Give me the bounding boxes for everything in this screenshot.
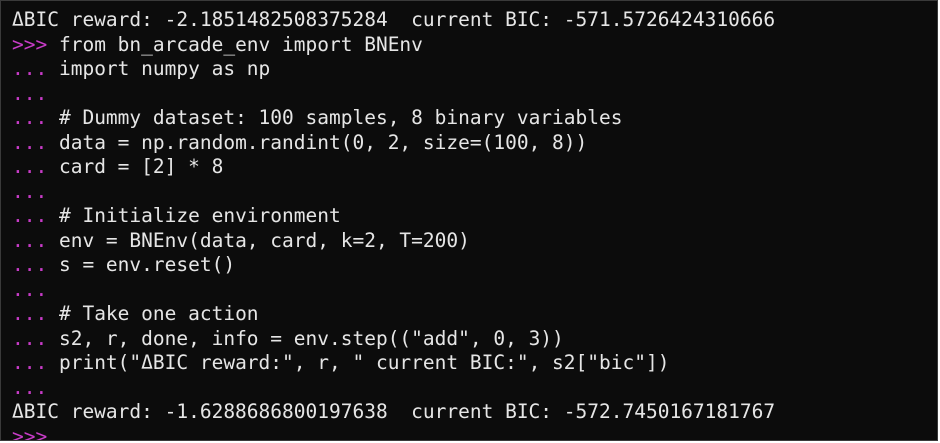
input-line[interactable]: >>> <box>12 424 775 441</box>
terminal-window[interactable]: ΔBIC reward: -2.1851482508375284 current… <box>0 0 938 441</box>
continuation-prompt: ... <box>12 326 59 350</box>
input-line: ... import numpy as np <box>12 57 775 82</box>
continuation-prompt: ... <box>12 179 48 203</box>
input-line: ... # Initialize environment <box>12 204 775 229</box>
continuation-prompt: ... <box>12 204 59 227</box>
code-text: import numpy as np <box>58 57 271 80</box>
input-line: ... # Dummy dataset: 100 samples, 8 bina… <box>12 106 775 131</box>
input-line: ... s2, r, done, info = env.step(("add",… <box>12 327 775 352</box>
primary-prompt: >>> <box>12 32 59 56</box>
primary-prompt: >>> <box>12 424 48 441</box>
continuation-prompt: ... <box>12 375 48 399</box>
continuation-prompt: ... <box>12 277 48 301</box>
code-text: s = env.reset() <box>58 253 236 276</box>
code-text: print("ΔBIC reward:", r, " current BIC:"… <box>58 351 670 374</box>
input-line: ... <box>12 180 775 205</box>
continuation-prompt: ... <box>12 57 59 80</box>
code-text: s2, r, done, info = env.step(("add", 0, … <box>58 326 564 350</box>
code-comment: # Dummy dataset: 100 samples, 8 binary v… <box>58 106 623 129</box>
input-line: ... print("ΔBIC reward:", r, " current B… <box>12 351 775 376</box>
input-line: >>> from bn_arcade_env import BNEnv <box>12 33 775 58</box>
continuation-prompt: ... <box>12 155 59 178</box>
code-text: data = np.random.randint(0, 2, size=(100… <box>58 130 588 154</box>
code-comment: # Take one action <box>58 302 259 325</box>
continuation-prompt: ... <box>12 253 59 276</box>
code-comment: # Initialize environment <box>58 204 341 227</box>
code-text: env = BNEnv(data, card, k=2, T=200) <box>58 228 470 252</box>
input-line: ... <box>12 82 775 107</box>
continuation-prompt: ... <box>12 130 59 154</box>
terminal-output: ΔBIC reward: -2.1851482508375284 current… <box>12 8 775 441</box>
input-line: ... card = [2] * 8 <box>12 155 775 180</box>
input-line: ... <box>12 278 775 303</box>
code-text: card = [2] * 8 <box>58 155 224 178</box>
output-text: ΔBIC reward: -1.6288686800197638 current… <box>12 400 776 423</box>
continuation-prompt: ... <box>12 302 59 325</box>
input-line: ... <box>12 376 775 401</box>
input-line: ... env = BNEnv(data, card, k=2, T=200) <box>12 229 775 254</box>
input-line: ... s = env.reset() <box>12 253 775 278</box>
continuation-prompt: ... <box>12 81 48 105</box>
input-line: ... # Take one action <box>12 302 775 327</box>
continuation-prompt: ... <box>12 351 59 374</box>
input-line: ... data = np.random.randint(0, 2, size=… <box>12 131 775 156</box>
output-line: ΔBIC reward: -1.6288686800197638 current… <box>12 400 775 425</box>
output-text: ΔBIC reward: -2.1851482508375284 current… <box>12 8 776 31</box>
continuation-prompt: ... <box>12 106 59 129</box>
continuation-prompt: ... <box>12 228 59 252</box>
code-text: from bn_arcade_env import BNEnv <box>58 32 423 56</box>
output-line: ΔBIC reward: -2.1851482508375284 current… <box>12 8 775 33</box>
